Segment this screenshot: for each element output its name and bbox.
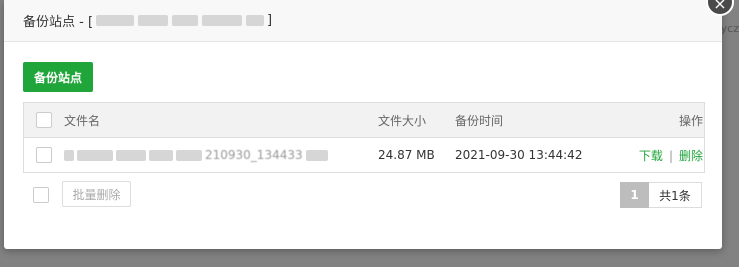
table-header-row: 文件名 文件大小 备份时间 操作	[24, 103, 704, 138]
backup-filename-visible: 210930_134433	[205, 148, 303, 162]
backup-site-button[interactable]: 备份站点	[23, 62, 93, 92]
dialog-header: 备份站点 - [ ]	[4, 0, 722, 42]
backup-table: 文件名 文件大小 备份时间 操作 210930_134433 24.87 MB …	[23, 102, 705, 173]
header-size: 文件大小	[378, 113, 427, 128]
dialog-title-suffix: ]	[267, 13, 273, 28]
footer-select-checkbox[interactable]	[33, 187, 49, 203]
batch-delete-button[interactable]: 批量删除	[62, 181, 131, 207]
backup-filename: 210930_134433	[64, 148, 378, 162]
delete-link[interactable]: 删除	[679, 149, 703, 163]
total-count: 共1条	[649, 182, 702, 208]
pagination: 1 共1条	[620, 182, 702, 208]
background-partial-text: ycz	[720, 22, 739, 35]
row-checkbox[interactable]	[36, 147, 52, 163]
table-row: 210930_134433 24.87 MB 2021-09-30 13:44:…	[24, 138, 704, 172]
action-separator: |	[668, 148, 673, 163]
backup-size: 24.87 MB	[378, 148, 435, 162]
header-ops: 操作	[678, 113, 703, 128]
select-all-checkbox[interactable]	[36, 112, 52, 128]
header-time: 备份时间	[455, 113, 504, 128]
current-page[interactable]: 1	[620, 182, 649, 208]
download-link[interactable]: 下载	[639, 149, 663, 163]
header-filename: 文件名	[64, 113, 101, 128]
row-actions: 下载 | 删除	[605, 147, 703, 164]
redacted-site-name	[96, 15, 265, 26]
backup-time: 2021-09-30 13:44:42	[455, 148, 583, 162]
dialog-title-prefix: 备份站点 - [	[23, 15, 94, 30]
backup-dialog: 备份站点 - [ ] 备份站点 文件名 文件大小 备份时间 操作 210930_…	[4, 0, 722, 249]
